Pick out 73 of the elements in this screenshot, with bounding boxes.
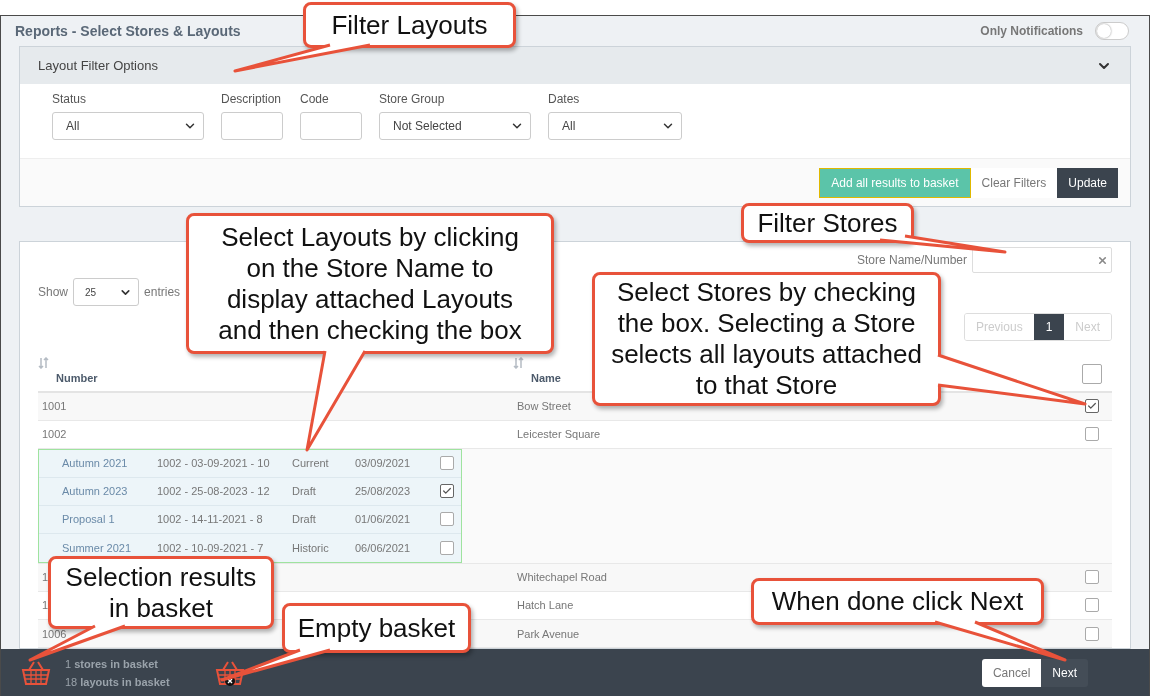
store-name[interactable]: Bow Street — [513, 400, 571, 413]
store-number: 1002 — [41, 428, 67, 441]
sort-icon[interactable] — [513, 357, 525, 369]
checkbox[interactable] — [440, 456, 454, 471]
layout-status: Historic — [292, 541, 330, 554]
checkbox[interactable] — [440, 540, 454, 555]
action-button[interactable]: Cancel — [981, 658, 1042, 687]
callout: Select Stores by checking the box. Selecting a Store selects all layouts attached to that Store — [592, 272, 941, 406]
store-number: 1 — [41, 599, 49, 612]
entries-label: entries — [144, 285, 181, 299]
checkbox[interactable] — [1082, 363, 1102, 384]
field-label: Store Group — [379, 92, 446, 106]
checkbox[interactable] — [1085, 399, 1099, 414]
layout-code: 1002 - 25-08-2023 - 12 — [157, 485, 271, 498]
checkbox[interactable] — [1085, 570, 1099, 585]
layout-code: 1002 - 14-11-2021 - 8 — [157, 513, 264, 526]
layout-name[interactable]: Autumn 2021 — [62, 457, 157, 470]
layout-status: Draft — [292, 513, 317, 526]
basket-stores-count: 1 stores in basket — [65, 657, 159, 670]
column-header[interactable]: Number — [38, 372, 98, 384]
action-button[interactable]: Next — [1041, 658, 1088, 687]
layout-name[interactable]: Summer 2021 — [62, 541, 157, 554]
check-icon — [1087, 401, 1097, 412]
store-name[interactable]: Whitechapel Road — [513, 571, 607, 584]
dropdown-field[interactable]: All — [548, 112, 682, 140]
layout-date: 06/06/2021 — [355, 541, 412, 554]
check-icon — [442, 486, 452, 497]
basket-icon — [21, 659, 51, 686]
layout-name[interactable]: Proposal 1 — [62, 513, 157, 526]
store-number: 1006 — [41, 627, 67, 640]
store-name[interactable]: Park Avenue — [513, 627, 580, 640]
panel-title: Layout Filter Options — [38, 58, 158, 73]
layout-date: 03/09/2021 — [355, 457, 412, 470]
callout: Select Layouts by clicking on the Store Name to display attached Layouts and then checking the box — [186, 213, 554, 354]
show-label: Show — [38, 285, 69, 299]
dropdown-field[interactable]: All — [52, 112, 204, 140]
basket-layouts-count: 18 layouts in basket — [65, 675, 171, 688]
field-label: Description — [221, 92, 283, 106]
layout-name[interactable]: Autumn 2023 — [62, 485, 157, 498]
checkbox[interactable] — [1085, 427, 1099, 442]
toggle-switch[interactable] — [1095, 22, 1129, 40]
text-field[interactable] — [221, 112, 283, 140]
checkbox[interactable] — [440, 512, 454, 527]
clear-icon[interactable] — [1097, 254, 1108, 266]
store-name[interactable]: Hatch Lane — [513, 599, 574, 612]
filter-button[interactable]: Update — [1057, 167, 1118, 198]
field-label: Code — [300, 92, 330, 106]
search-field[interactable] — [972, 247, 1112, 273]
sort-icon[interactable] — [38, 357, 50, 369]
layout-status: Current — [292, 457, 330, 470]
column-header[interactable]: Name — [513, 372, 561, 384]
page-button[interactable]: 1 — [1033, 314, 1065, 340]
filter-button[interactable]: Clear Filters — [970, 167, 1058, 198]
checkbox[interactable] — [1085, 626, 1099, 641]
toggle-label: Only Notifications — [980, 24, 1083, 38]
store-number: 1 — [41, 571, 49, 584]
dropdown-field[interactable]: Not Selected — [379, 112, 531, 140]
store-number: 1001 — [41, 400, 67, 413]
layout-status: Draft — [292, 485, 317, 498]
page-title: Reports - Select Stores & Layouts — [15, 23, 241, 39]
page-size-select[interactable]: 25 — [73, 278, 140, 306]
layout-date: 25/08/2023 — [355, 485, 412, 498]
layout-code: 1002 - 03-09-2021 - 10 — [157, 457, 271, 470]
store-name[interactable]: Leicester Square — [513, 428, 601, 441]
search-label: Store Name/Number — [856, 253, 967, 267]
checkbox[interactable] — [1085, 598, 1099, 613]
layout-date: 01/06/2021 — [355, 513, 412, 526]
field-label: Status — [52, 92, 88, 106]
text-field[interactable] — [300, 112, 362, 140]
basket-clear-icon[interactable] — [215, 659, 245, 686]
checkbox[interactable] — [440, 484, 454, 499]
field-label: Dates — [548, 92, 581, 106]
layout-code: 1002 - 10-09-2021 - 7 — [157, 541, 265, 554]
